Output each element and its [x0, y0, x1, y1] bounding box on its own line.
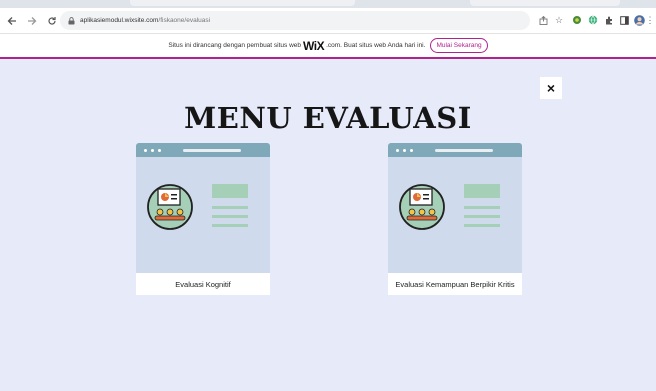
cognitive-evaluation-card[interactable]: Evaluasi Kognitif	[136, 143, 270, 295]
browser-tab[interactable]	[470, 0, 620, 6]
url-domain: aplikasiemodul.wixsite.com	[80, 17, 159, 24]
forward-icon[interactable]	[24, 13, 40, 29]
banner-text: Situs ini dirancang dengan pembuat situs…	[168, 42, 302, 49]
sidebar-icon[interactable]	[617, 13, 631, 27]
card-illustration	[136, 143, 270, 273]
share-icon[interactable]	[536, 13, 550, 27]
card-label[interactable]: Evaluasi Kognitif	[136, 273, 270, 295]
presentation-illustration-icon	[399, 184, 500, 230]
page-title: MENU EVALUASI	[184, 101, 472, 135]
bookmark-star-icon[interactable]: ☆	[552, 13, 566, 27]
url-text: aplikasiemodul.wixsite.com/fiskaone/eval…	[80, 17, 210, 24]
tab-strip	[0, 0, 656, 8]
card-window-bar	[388, 143, 522, 157]
close-button[interactable]: ×	[540, 77, 562, 99]
extension-leaf-icon[interactable]	[570, 13, 584, 27]
url-path: /fiskaone/evaluasi	[158, 17, 211, 24]
critical-thinking-evaluation-card[interactable]: Evaluasi Kemampuan Berpikir Kritis	[388, 143, 522, 295]
browser-tab[interactable]	[130, 0, 355, 6]
wix-banner: Situs ini dirancang dengan pembuat situs…	[0, 34, 656, 59]
card-window-bar	[136, 143, 270, 157]
start-now-button[interactable]: Mulai Sekarang	[430, 38, 488, 53]
address-bar[interactable]: aplikasiemodul.wixsite.com/fiskaone/eval…	[60, 11, 530, 30]
wix-logo[interactable]: WiX	[303, 39, 325, 53]
extensions-puzzle-icon[interactable]	[602, 13, 616, 27]
card-label[interactable]: Evaluasi Kemampuan Berpikir Kritis	[388, 273, 522, 295]
back-icon[interactable]	[4, 13, 20, 29]
banner-text-after: .com. Buat situs web Anda hari ini.	[326, 42, 426, 49]
browser-menu-icon[interactable]: ⋮	[646, 13, 655, 27]
presentation-illustration-icon	[147, 184, 248, 230]
close-icon: ×	[546, 80, 556, 96]
lock-icon	[68, 16, 75, 24]
evaluation-page: × MENU EVALUASI Evaluasi Kognitif Evalua…	[0, 61, 656, 391]
reload-icon[interactable]	[44, 13, 60, 29]
browser-toolbar: aplikasiemodul.wixsite.com/fiskaone/eval…	[0, 8, 656, 34]
extension-globe-icon[interactable]	[586, 13, 600, 27]
profile-avatar-icon[interactable]	[632, 13, 646, 27]
card-illustration	[388, 143, 522, 273]
